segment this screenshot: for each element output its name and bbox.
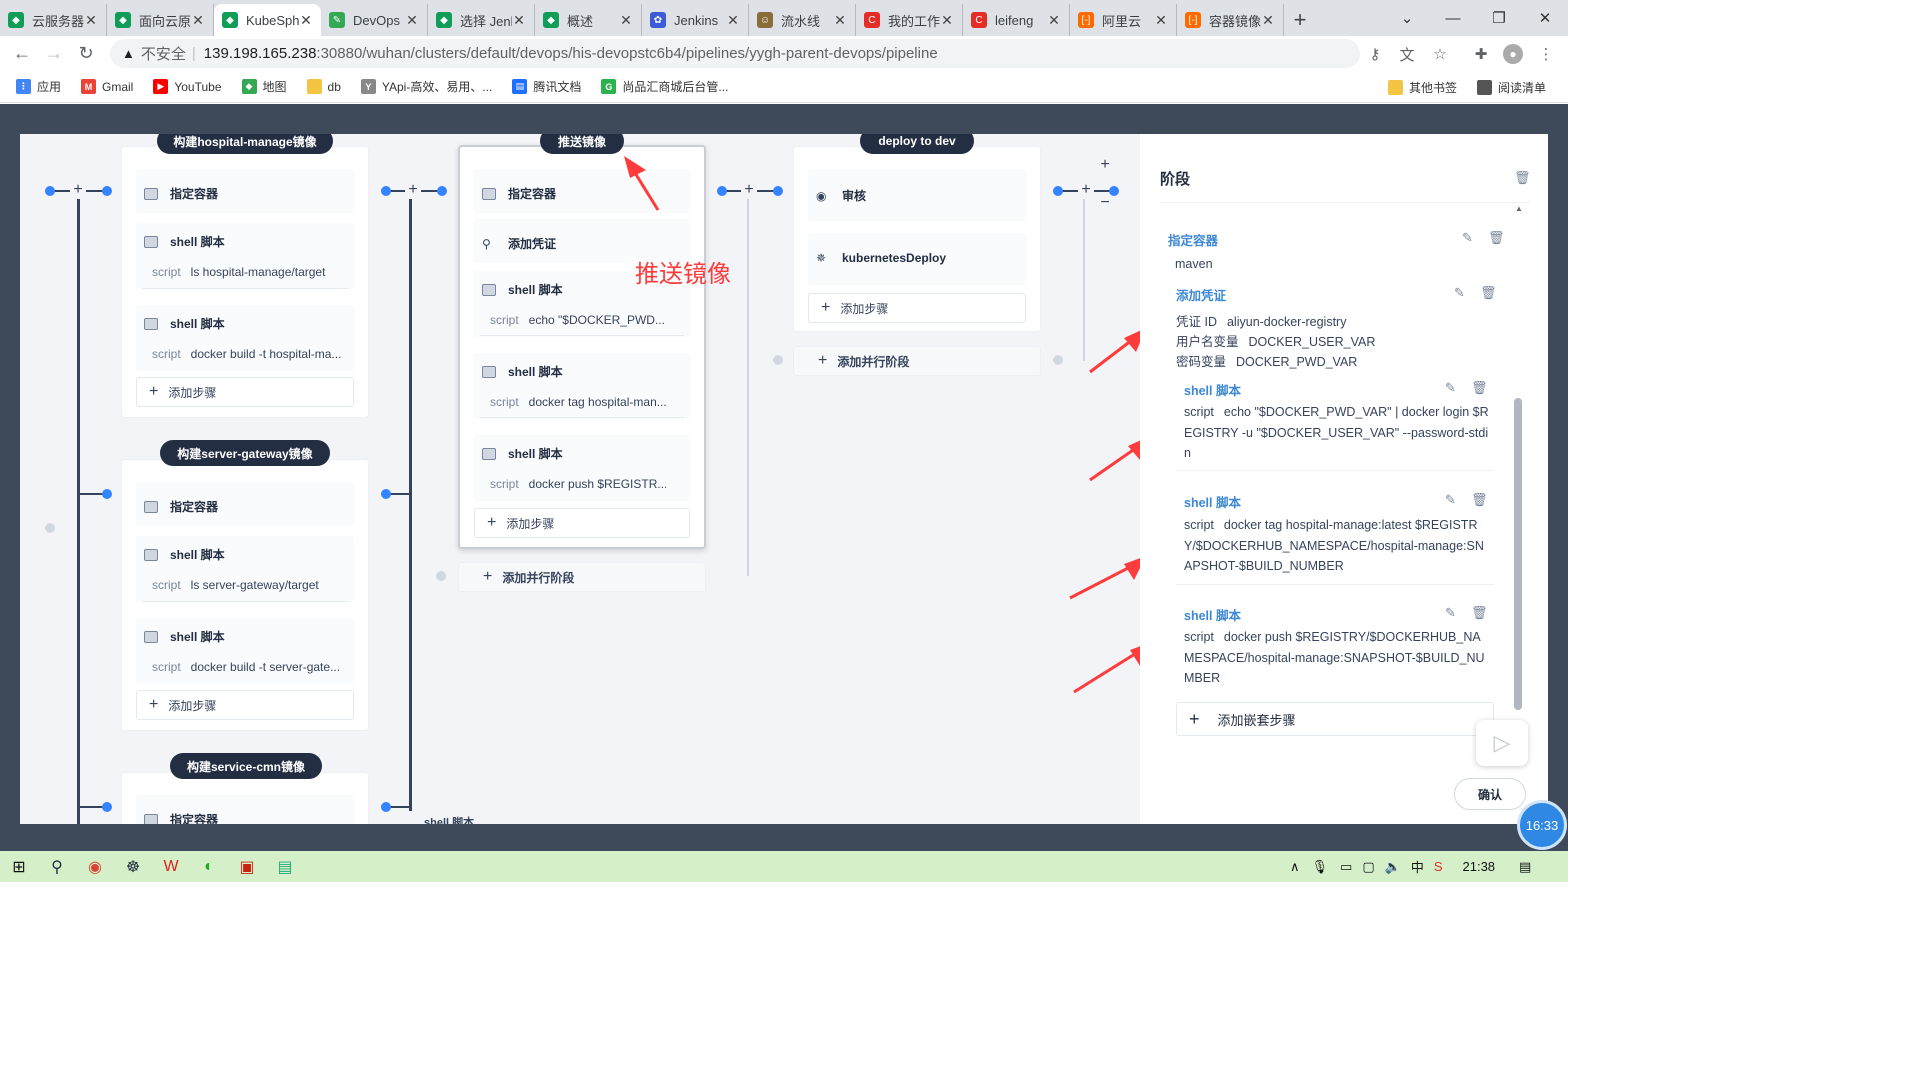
delete-stage-icon[interactable]: 🗑: [1514, 170, 1531, 185]
delete-icon[interactable]: 🗑: [1471, 605, 1488, 621]
panel-scrollbar-thumb[interactable]: [1514, 398, 1522, 710]
play-icon[interactable]: ▷: [1476, 720, 1528, 766]
credential-label: 添加凭证: [1176, 289, 1227, 303]
chrome-icon[interactable]: ◉: [76, 851, 114, 882]
shell-label: shell 脚本: [1184, 609, 1241, 623]
notification-icon[interactable]: ▤: [1519, 859, 1531, 875]
wechat-icon[interactable]: ◐: [190, 851, 228, 882]
sogou-icon[interactable]: S: [1434, 859, 1443, 874]
shell-script: script docker tag hospital-manage:latest …: [1184, 518, 1484, 573]
divider: [1160, 202, 1530, 203]
taskbar-clock: 21:38: [1462, 859, 1496, 874]
edit-icon[interactable]: ✎: [1462, 230, 1473, 246]
mic-icon[interactable]: 🎙: [1312, 859, 1329, 875]
shell-label: shell 脚本: [1184, 384, 1241, 398]
wps-icon[interactable]: W: [152, 851, 190, 882]
shell-label: shell 脚本: [1184, 496, 1241, 510]
delete-icon[interactable]: 🗑: [1471, 492, 1488, 508]
shell-script: script echo "$DOCKER_PWD_VAR" | docker lo…: [1184, 405, 1489, 460]
confirm-button[interactable]: 确认: [1454, 778, 1526, 810]
windows-start-icon[interactable]: ⊞: [0, 851, 38, 882]
edit-icon[interactable]: ✎: [1445, 492, 1456, 508]
divider: [1176, 584, 1494, 585]
edit-icon[interactable]: ✎: [1454, 285, 1465, 301]
recording-clock: 16:33: [1517, 800, 1567, 850]
battery-icon[interactable]: ▭: [1340, 859, 1352, 875]
edit-icon[interactable]: ✎: [1445, 605, 1456, 621]
credential-user-row: 用户名变量 DOCKER_USER_VAR: [1176, 335, 1376, 349]
notepad-icon[interactable]: ▤: [266, 851, 304, 882]
app-icon[interactable]: ☸: [114, 851, 152, 882]
network-icon[interactable]: ▢: [1362, 859, 1374, 875]
delete-icon[interactable]: 🗑: [1480, 285, 1497, 301]
container-value: maven: [1175, 257, 1213, 271]
container-label: 指定容器: [1168, 234, 1219, 248]
credential-pwd-row: 密码变量 DOCKER_PWD_VAR: [1176, 355, 1358, 369]
volume-icon[interactable]: 🔈: [1385, 859, 1401, 875]
shell-script: script docker push $REGISTRY/$DOCKERHUB_N…: [1184, 630, 1485, 685]
system-tray: ∧ 🎙 ▭ ▢ 🔈 中 S 21:38 ▤: [1290, 851, 1531, 882]
delete-icon[interactable]: 🗑: [1488, 230, 1505, 246]
credential-id-row: 凭证 ID aliyun-docker-registry: [1176, 315, 1347, 329]
search-icon[interactable]: ⚲: [38, 851, 76, 882]
divider: [1176, 470, 1494, 471]
edit-icon[interactable]: ✎: [1445, 380, 1456, 396]
scroll-up-icon[interactable]: ▲: [1515, 204, 1523, 213]
add-nested-step-button[interactable]: + 添加嵌套步骤: [1176, 702, 1494, 736]
ime-indicator[interactable]: 中: [1411, 857, 1424, 876]
delete-icon[interactable]: 🗑: [1471, 380, 1488, 396]
panel-title: 阶段: [1160, 171, 1191, 188]
tray-chevron-icon[interactable]: ∧: [1290, 859, 1300, 875]
idea-icon[interactable]: ▣: [228, 851, 266, 882]
